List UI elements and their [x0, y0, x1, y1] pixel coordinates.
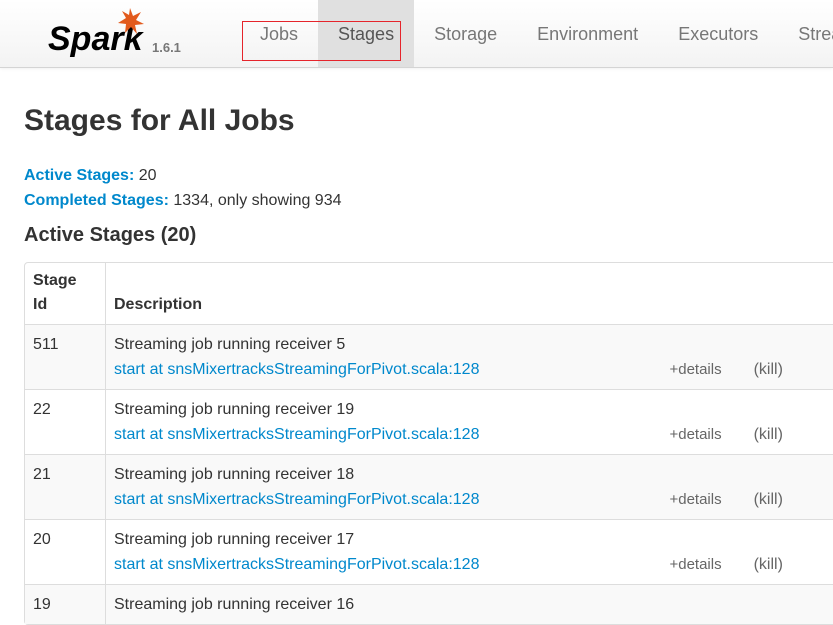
stage-id-cell: 511: [25, 324, 105, 389]
tab-jobs[interactable]: Jobs: [240, 0, 318, 67]
active-stages-count: 20: [138, 167, 157, 184]
completed-stages-count: 1334, only showing 934: [173, 192, 342, 209]
table-row: 511 Streaming job running receiver 5 sta…: [25, 324, 833, 389]
description-cell: Streaming job running receiver 16: [105, 584, 833, 624]
kill-link[interactable]: (kill): [754, 357, 783, 382]
table-row: 22 Streaming job running receiver 19 sta…: [25, 389, 833, 454]
tab-executors[interactable]: Executors: [658, 0, 778, 67]
spark-logo-icon: Spark: [48, 8, 145, 58]
column-header-description[interactable]: Description: [105, 263, 833, 324]
stage-detail-link[interactable]: start at snsMixertracksStreamingForPivot…: [114, 552, 479, 577]
details-toggle[interactable]: +details: [669, 552, 721, 577]
description-cell: Streaming job running receiver 18 start …: [105, 454, 833, 519]
stage-description: Streaming job running receiver 16: [114, 596, 355, 613]
kill-link[interactable]: (kill): [754, 422, 783, 447]
details-toggle[interactable]: +details: [669, 357, 721, 382]
active-stages-table: Stage Id Description 511 Streaming job r…: [24, 262, 833, 625]
brand-logo[interactable]: Spark 1.6.1: [48, 6, 198, 62]
version-label: 1.6.1: [152, 40, 181, 55]
table-row: 20 Streaming job running receiver 17 sta…: [25, 519, 833, 584]
tab-stages[interactable]: Stages: [318, 0, 415, 67]
active-stages-heading[interactable]: Active Stages (20): [24, 224, 196, 247]
navbar: Spark 1.6.1 Jobs Stages Storage Environm…: [0, 0, 833, 68]
description-cell: Streaming job running receiver 17 start …: [105, 519, 833, 584]
column-header-stage-id[interactable]: Stage Id: [25, 263, 105, 324]
stage-description: Streaming job running receiver 18: [114, 466, 355, 483]
stage-summary: Active Stages: 20 Completed Stages: 1334…: [24, 163, 342, 213]
nav-tabs: Jobs Stages Storage Environment Executor…: [240, 0, 833, 67]
stage-detail-link[interactable]: start at snsMixertracksStreamingForPivot…: [114, 357, 479, 382]
kill-link[interactable]: (kill): [754, 487, 783, 512]
tab-environment[interactable]: Environment: [517, 0, 658, 67]
table-header-row: Stage Id Description: [25, 263, 833, 324]
details-toggle[interactable]: +details: [669, 422, 721, 447]
summary-completed-stages: Completed Stages: 1334, only showing 934: [24, 188, 342, 213]
details-toggle[interactable]: +details: [669, 487, 721, 512]
stage-id-cell: 20: [25, 519, 105, 584]
active-stages-link[interactable]: Active Stages:: [24, 167, 134, 184]
stage-id-cell: 22: [25, 389, 105, 454]
kill-link[interactable]: (kill): [754, 552, 783, 577]
table-row: 21 Streaming job running receiver 18 sta…: [25, 454, 833, 519]
stage-id-cell: 21: [25, 454, 105, 519]
tab-streaming[interactable]: Strea: [778, 0, 833, 67]
stage-id-cell: 19: [25, 584, 105, 624]
stage-id-header-line2: Id: [33, 296, 48, 313]
summary-active-stages: Active Stages: 20: [24, 163, 342, 188]
stage-description: Streaming job running receiver 19: [114, 401, 355, 418]
stage-detail-link[interactable]: start at snsMixertracksStreamingForPivot…: [114, 487, 479, 512]
table-row: 19 Streaming job running receiver 16: [25, 584, 833, 624]
page-title: Stages for All Jobs: [24, 104, 295, 137]
stage-id-header-line1: Stage: [33, 272, 77, 289]
tab-storage[interactable]: Storage: [414, 0, 517, 67]
description-cell: Streaming job running receiver 19 start …: [105, 389, 833, 454]
completed-stages-link[interactable]: Completed Stages:: [24, 192, 169, 209]
description-cell: Streaming job running receiver 5 start a…: [105, 324, 833, 389]
stage-description: Streaming job running receiver 5: [114, 336, 346, 353]
stage-description: Streaming job running receiver 17: [114, 531, 355, 548]
stage-detail-link[interactable]: start at snsMixertracksStreamingForPivot…: [114, 422, 479, 447]
